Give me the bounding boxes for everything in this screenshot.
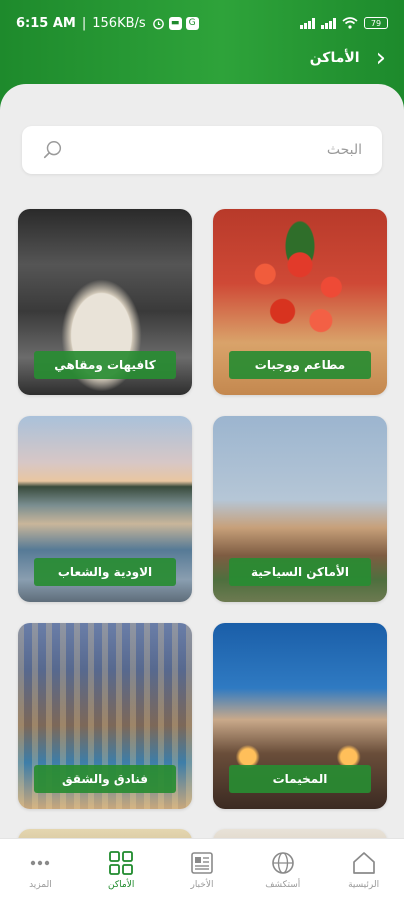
bottom-navigation: المزيد الأماكن الأخبار أستكشف الرئيسية <box>0 838 404 900</box>
status-time: 6:15 AM <box>16 15 76 31</box>
category-card-cafes[interactable]: كافيهات ومقاهي <box>18 209 192 395</box>
category-card-restaurants[interactable]: مطاعم ووجبات <box>213 209 387 395</box>
home-icon <box>352 851 375 874</box>
top-bar: الأماكن › <box>0 40 404 76</box>
category-card-tourist-places[interactable]: الأماكن السياحية <box>213 416 387 602</box>
status-separator: | <box>81 15 87 31</box>
battery-icon: 79 <box>364 17 388 29</box>
category-card-camps[interactable]: المخيمات <box>213 623 387 809</box>
signal-icon <box>300 17 315 29</box>
main-content: مطاعم ووجبات كافيهات ومقاهي الأماكن السي… <box>0 84 404 900</box>
status-right: 79 <box>300 17 388 29</box>
news-icon <box>191 851 213 874</box>
category-label: المخيمات <box>229 765 371 793</box>
status-left: 6:15 AM | 156KB/s ▬ G <box>16 16 199 31</box>
category-label: الأماكن السياحية <box>229 558 371 586</box>
app-notification-icon: ▬ <box>168 16 182 30</box>
signal-icon-2 <box>321 17 336 29</box>
category-label: مطاعم ووجبات <box>229 351 371 379</box>
nav-explore[interactable]: أستكشف <box>243 850 323 890</box>
battery-level: 79 <box>370 18 382 28</box>
nav-label: الأخبار <box>190 879 214 890</box>
category-card-valleys[interactable]: الاودية والشعاب <box>18 416 192 602</box>
status-speed: 156KB/s <box>92 15 146 31</box>
category-card-hotels[interactable]: فنادق والشقق <box>18 623 192 809</box>
more-icon <box>31 860 50 865</box>
category-label: كافيهات ومقاهي <box>34 351 176 379</box>
chevron-right-icon[interactable]: › <box>376 45 386 71</box>
category-label: فنادق والشقق <box>34 765 176 793</box>
nav-home[interactable]: الرئيسية <box>324 850 404 890</box>
status-notification-icons: ▬ G <box>152 16 199 30</box>
nav-places[interactable]: الأماكن <box>81 850 161 890</box>
grid-icon <box>109 850 134 875</box>
page-title: الأماكن <box>309 50 360 66</box>
nav-label: أستكشف <box>265 879 301 890</box>
nav-label: الرئيسية <box>348 879 380 890</box>
globe-icon <box>271 851 294 874</box>
nav-news[interactable]: الأخبار <box>162 850 242 890</box>
category-grid: مطاعم ووجبات كافيهات ومقاهي الأماكن السي… <box>0 84 404 900</box>
alarm-icon <box>152 18 164 29</box>
nav-label: الأماكن <box>108 879 135 890</box>
wifi-icon <box>342 17 358 29</box>
google-icon: G <box>185 16 199 30</box>
nav-label: المزيد <box>29 879 52 890</box>
category-label: الاودية والشعاب <box>34 558 176 586</box>
nav-more[interactable]: المزيد <box>0 850 80 890</box>
